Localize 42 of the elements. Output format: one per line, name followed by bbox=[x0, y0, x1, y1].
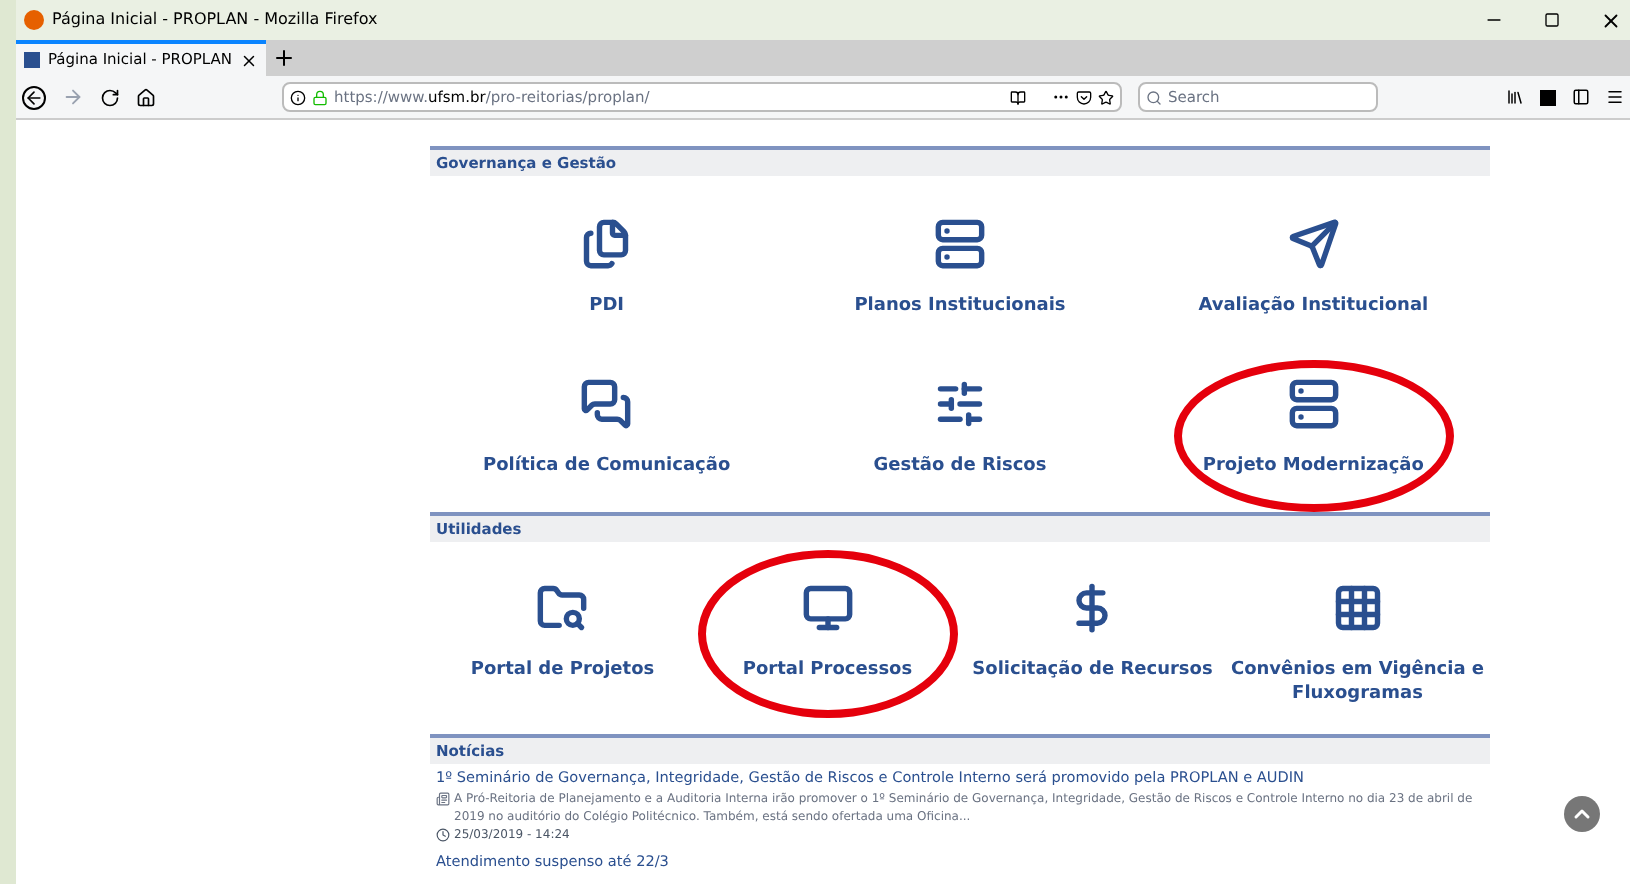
shortcut-link[interactable]: Avaliação Institucional bbox=[1198, 294, 1429, 318]
extension-icon[interactable] bbox=[1540, 89, 1556, 105]
shortcut-link[interactable]: Gestão de Riscos bbox=[873, 454, 1047, 478]
chat-bubbles-icon bbox=[580, 378, 633, 430]
library-icon[interactable] bbox=[1506, 88, 1524, 106]
server-icon bbox=[933, 218, 986, 270]
paper-plane-icon bbox=[1287, 218, 1340, 270]
lock-icon bbox=[312, 89, 328, 105]
star-icon[interactable] bbox=[1098, 89, 1114, 105]
monitor-icon bbox=[801, 582, 854, 634]
window-title: Página Inicial - PROPLAN - Mozilla Firefox bbox=[52, 8, 380, 32]
sidebar-icon[interactable] bbox=[1572, 88, 1590, 106]
info-icon bbox=[290, 89, 306, 105]
close-icon[interactable] bbox=[240, 51, 258, 69]
news-icon bbox=[436, 791, 450, 806]
folder-search-icon bbox=[536, 582, 589, 634]
files-icon bbox=[580, 218, 633, 270]
shortcut-link[interactable]: Projeto Modernização bbox=[1202, 454, 1424, 478]
firefox-icon bbox=[24, 10, 44, 30]
scroll-top-button[interactable] bbox=[1564, 796, 1600, 832]
shortcut-link[interactable]: Portal de Projetos bbox=[470, 658, 655, 682]
shortcut-link[interactable]: Portal Processos bbox=[742, 658, 913, 682]
back-icon[interactable] bbox=[22, 85, 46, 109]
close-icon[interactable] bbox=[1600, 9, 1622, 31]
shortcut-link[interactable]: PDI bbox=[589, 294, 625, 318]
shortcut-link[interactable]: Planos Institucionais bbox=[854, 294, 1066, 318]
shortcut-link[interactable]: Política de Comunicação bbox=[483, 454, 731, 478]
server-icon bbox=[1287, 378, 1340, 430]
site-icon bbox=[24, 52, 40, 68]
search-icon bbox=[1146, 89, 1162, 105]
reader-icon[interactable] bbox=[1010, 89, 1026, 105]
shortcut-link[interactable]: Convênios em Vigência e Fluxogramas bbox=[1225, 658, 1490, 706]
grid-icon bbox=[1331, 582, 1384, 634]
clock-icon bbox=[436, 827, 450, 842]
maximize-icon[interactable] bbox=[1544, 12, 1560, 28]
pocket-icon[interactable] bbox=[1076, 89, 1092, 105]
home-icon[interactable] bbox=[136, 87, 156, 107]
reload-icon[interactable] bbox=[100, 87, 120, 107]
shortcut-link[interactable]: Solicitação de Recursos bbox=[972, 658, 1213, 682]
sliders-icon bbox=[933, 378, 986, 430]
new-tab-icon[interactable] bbox=[272, 46, 296, 70]
menu-icon[interactable] bbox=[1606, 88, 1624, 106]
